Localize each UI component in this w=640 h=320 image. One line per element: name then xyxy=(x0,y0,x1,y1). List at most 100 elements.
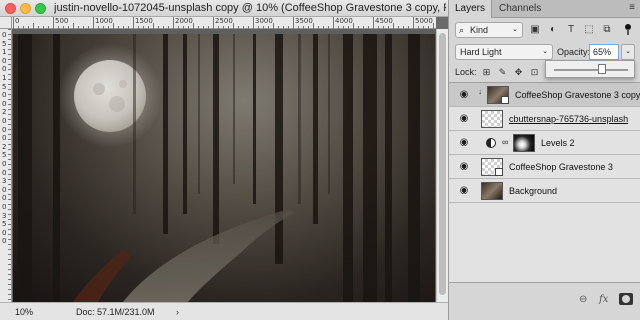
visibility-eye-icon[interactable]: ◉ xyxy=(457,89,471,101)
forest-night-image xyxy=(13,34,435,302)
ruler-minor-tick xyxy=(8,129,11,130)
ruler-major-tick xyxy=(133,17,134,29)
maximize-window-button[interactable] xyxy=(35,3,46,14)
tab-layers[interactable]: Layers xyxy=(449,0,493,18)
ruler-label: 2500 xyxy=(215,17,233,25)
ruler-major-tick xyxy=(373,17,374,29)
document-size-info[interactable]: Doc: 57.1M/231.0M xyxy=(76,306,155,318)
chain-link-icon[interactable]: ∞ xyxy=(502,136,508,148)
filter-toggle-icon[interactable] xyxy=(623,24,633,36)
lock-artboard-icon[interactable]: ⊡ xyxy=(529,66,540,78)
panel-menu-icon[interactable]: ≡ xyxy=(629,2,635,13)
canvas-image[interactable] xyxy=(13,34,435,302)
visibility-eye-icon[interactable]: ◉ xyxy=(457,113,471,125)
add-mask-icon[interactable] xyxy=(619,293,633,305)
ruler-major-tick xyxy=(93,17,94,29)
ruler-minor-tick xyxy=(8,124,11,125)
visibility-eye-icon[interactable]: ◉ xyxy=(457,185,471,197)
layer-name[interactable]: CoffeeShop Gravestone 3 xyxy=(509,161,613,173)
zoom-level-field[interactable]: 10% xyxy=(4,306,46,318)
opacity-dropdown-button[interactable]: ⌄ xyxy=(621,44,635,60)
ruler-minor-tick xyxy=(8,204,11,205)
levels-adjustment-icon[interactable] xyxy=(486,138,496,148)
layers-panel: Layers Channels ≡ ⌕ Kind ⌄ ▣ ◐ T ⬚ ⧉ Har… xyxy=(448,0,640,320)
shape-layer-filter-icon[interactable]: ⬚ xyxy=(583,24,595,36)
ruler-label: 2000 xyxy=(175,17,193,25)
layer-mask-thumbnail[interactable] xyxy=(513,134,535,152)
layer-name[interactable]: cbuttersnap-765736-unsplash xyxy=(509,113,628,125)
ruler-label: 2 xyxy=(2,142,7,151)
ruler-label: 1500 xyxy=(135,17,153,25)
opacity-slider-thumb[interactable] xyxy=(598,64,607,74)
horizontal-ruler[interactable]: 0 500 1000 1500 2000 2500 3000 3500 4000 4500 5000 xyxy=(12,17,436,29)
vertical-scrollbar[interactable] xyxy=(436,29,448,302)
layer-name[interactable]: CoffeeShop Gravestone 3 copy xyxy=(515,89,640,101)
ruler-corner[interactable] xyxy=(0,17,12,29)
layer-row[interactable]: ◉ Background xyxy=(449,179,640,203)
filter-kind-select[interactable]: ⌕ Kind ⌄ xyxy=(455,22,523,38)
ruler-minor-tick xyxy=(8,179,11,180)
layer-thumbnail[interactable] xyxy=(481,110,503,128)
layers-panel-footer: ⊖ fx xyxy=(449,282,640,320)
blend-mode-select[interactable]: Hard Light ⌄ xyxy=(455,44,553,60)
clipping-mask-icon: ↓ xyxy=(478,87,482,96)
ruler-minor-tick xyxy=(8,154,11,155)
ruler-minor-tick xyxy=(8,184,11,185)
ruler-minor-tick xyxy=(8,164,11,165)
smart-object-badge-icon xyxy=(495,168,503,176)
layer-row[interactable]: ◉ cbuttersnap-765736-unsplash xyxy=(449,107,640,131)
ruler-minor-tick xyxy=(8,279,11,280)
layer-row[interactable]: ◉ ∞ Levels 2 xyxy=(449,131,640,155)
lock-label: Lock: xyxy=(455,67,477,77)
smart-object-filter-icon[interactable]: ⧉ xyxy=(601,24,613,36)
ruler-minor-tick xyxy=(8,239,11,240)
opacity-input[interactable]: 65% xyxy=(589,44,619,60)
ruler-minor-tick xyxy=(8,174,11,175)
vertical-scrollbar-thumb[interactable] xyxy=(439,33,446,295)
opacity-slider-track[interactable] xyxy=(554,69,628,71)
ruler-label: 0 xyxy=(15,17,20,25)
ruler-label: 0 xyxy=(2,203,7,211)
adjustment-layer-filter-icon[interactable]: ◐ xyxy=(547,24,559,36)
ruler-label: 5000 xyxy=(415,17,433,25)
ruler-minor-tick xyxy=(8,29,11,30)
pixel-layer-filter-icon[interactable]: ▣ xyxy=(529,24,541,36)
visibility-eye-icon[interactable]: ◉ xyxy=(457,137,471,149)
ruler-minor-tick xyxy=(8,44,11,45)
canvas-area[interactable] xyxy=(12,29,436,302)
fx-icon[interactable]: fx xyxy=(599,294,608,306)
lock-position-icon[interactable]: ✥ xyxy=(513,66,524,78)
layer-thumbnail[interactable] xyxy=(481,158,503,176)
ruler-label: 0 xyxy=(2,134,7,143)
ruler-label: 0 xyxy=(2,168,7,177)
ruler-label: 5 xyxy=(2,82,7,91)
status-menu-arrow[interactable]: › xyxy=(176,306,179,318)
ruler-minor-tick xyxy=(8,274,11,275)
link-layers-icon[interactable]: ⊖ xyxy=(579,294,587,306)
layer-name[interactable]: Background xyxy=(509,185,557,197)
ruler-label: 0 xyxy=(2,237,7,246)
lock-image-pixels-icon[interactable]: ✎ xyxy=(497,66,508,78)
layer-row[interactable]: ◉ ↓ CoffeeShop Gravestone 3 copy xyxy=(449,83,640,107)
vertical-ruler[interactable]: 0510015002000250030003500 xyxy=(0,29,12,302)
ruler-minor-tick xyxy=(8,199,11,200)
visibility-eye-icon[interactable]: ◉ xyxy=(457,161,471,173)
ruler-label: 3 xyxy=(2,177,7,186)
ruler-minor-tick xyxy=(8,214,11,215)
close-window-button[interactable] xyxy=(5,3,16,14)
minimize-window-button[interactable] xyxy=(20,3,31,14)
layer-row[interactable]: ◉ CoffeeShop Gravestone 3 xyxy=(449,155,640,179)
document-titlebar[interactable]: justin-novello-1072045-unsplash copy @ 1… xyxy=(0,0,448,17)
layer-name[interactable]: Levels 2 xyxy=(541,137,575,149)
ruler-minor-tick xyxy=(8,64,11,65)
lock-transparent-pixels-icon[interactable]: ⊞ xyxy=(481,66,492,78)
blend-mode-value: Hard Light xyxy=(460,47,502,57)
ruler-minor-tick xyxy=(8,264,11,265)
layer-thumbnail[interactable] xyxy=(481,182,503,200)
ruler-minor-tick xyxy=(8,229,11,230)
layer-thumbnail[interactable] xyxy=(487,86,509,104)
ruler-minor-tick xyxy=(8,84,11,85)
type-layer-filter-icon[interactable]: T xyxy=(565,24,577,36)
tab-channels[interactable]: Channels xyxy=(493,0,547,18)
ruler-minor-tick xyxy=(8,289,11,290)
